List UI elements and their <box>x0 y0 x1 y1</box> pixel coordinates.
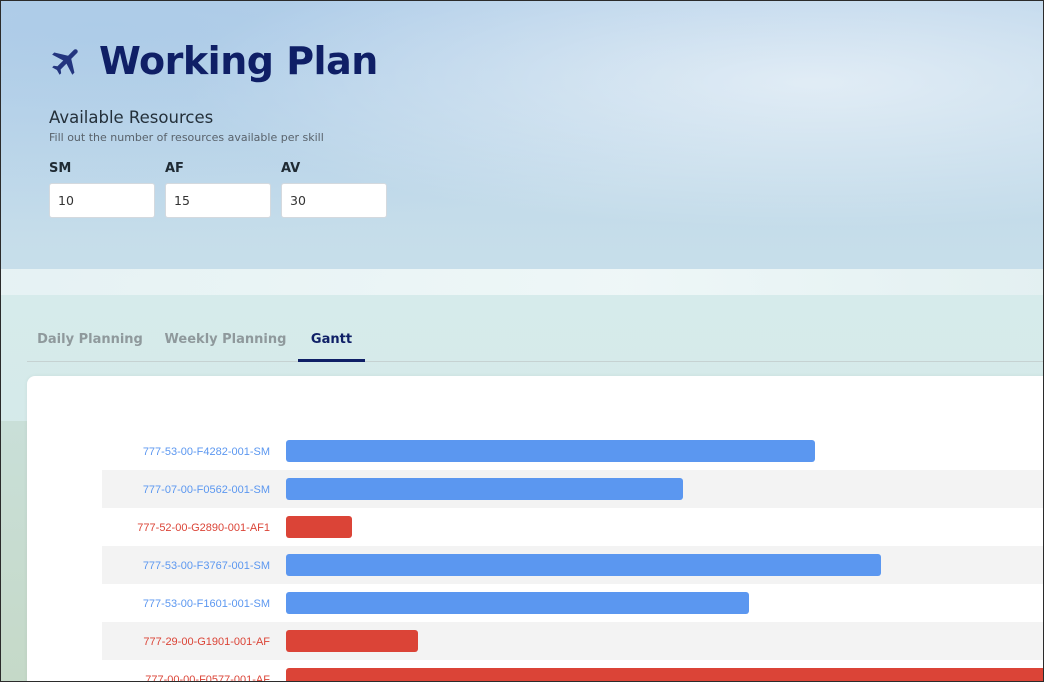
app-window: Working Plan Available Resources Fill ou… <box>0 0 1044 682</box>
af-input[interactable] <box>165 183 271 218</box>
gantt-row-label: 777-00-00-F0577-001-AF <box>145 674 270 682</box>
gantt-bar[interactable] <box>286 440 815 462</box>
gantt-bar[interactable] <box>286 478 683 500</box>
page-header: Working Plan <box>49 39 378 83</box>
divider-band <box>1 269 1043 295</box>
resources-subtitle: Fill out the number of resources availab… <box>49 131 324 144</box>
av-label: AV <box>281 161 301 176</box>
page-title: Working Plan <box>99 39 378 83</box>
resources-title: Available Resources <box>49 108 214 127</box>
gantt-row-label: 777-53-00-F1601-001-SM <box>143 598 270 610</box>
gantt-row-label: 777-53-00-F4282-001-SM <box>143 446 270 458</box>
gantt-bar[interactable] <box>286 668 1044 682</box>
af-label: AF <box>165 161 184 176</box>
gantt-row-label: 777-29-00-G1901-001-AF <box>143 636 270 648</box>
gantt-bar[interactable] <box>286 554 881 576</box>
av-input[interactable] <box>281 183 387 218</box>
gantt-bar[interactable] <box>286 516 352 538</box>
tab-weekly-planning[interactable]: Weekly Planning <box>153 321 298 359</box>
tab-bar: Daily Planning Weekly Planning Gantt <box>27 321 1043 362</box>
gantt-row-label: 777-07-00-F0562-001-SM <box>143 484 270 496</box>
tab-gantt[interactable]: Gantt <box>298 321 365 362</box>
gantt-bar[interactable] <box>286 630 418 652</box>
sm-input[interactable] <box>49 183 155 218</box>
gantt-row-label: 777-52-00-G2890-001-AF1 <box>137 522 270 534</box>
gantt-chart: 777-53-00-F4282-001-SM 777-07-00-F0562-00… <box>102 440 1044 682</box>
tab-daily-planning[interactable]: Daily Planning <box>27 321 153 359</box>
airplane-icon <box>52 49 78 75</box>
sm-label: SM <box>49 161 72 176</box>
gantt-bar[interactable] <box>286 592 749 614</box>
gantt-card: 777-53-00-F4282-001-SM 777-07-00-F0562-00… <box>27 376 1044 682</box>
gantt-row-label: 777-53-00-F3767-001-SM <box>143 560 270 572</box>
